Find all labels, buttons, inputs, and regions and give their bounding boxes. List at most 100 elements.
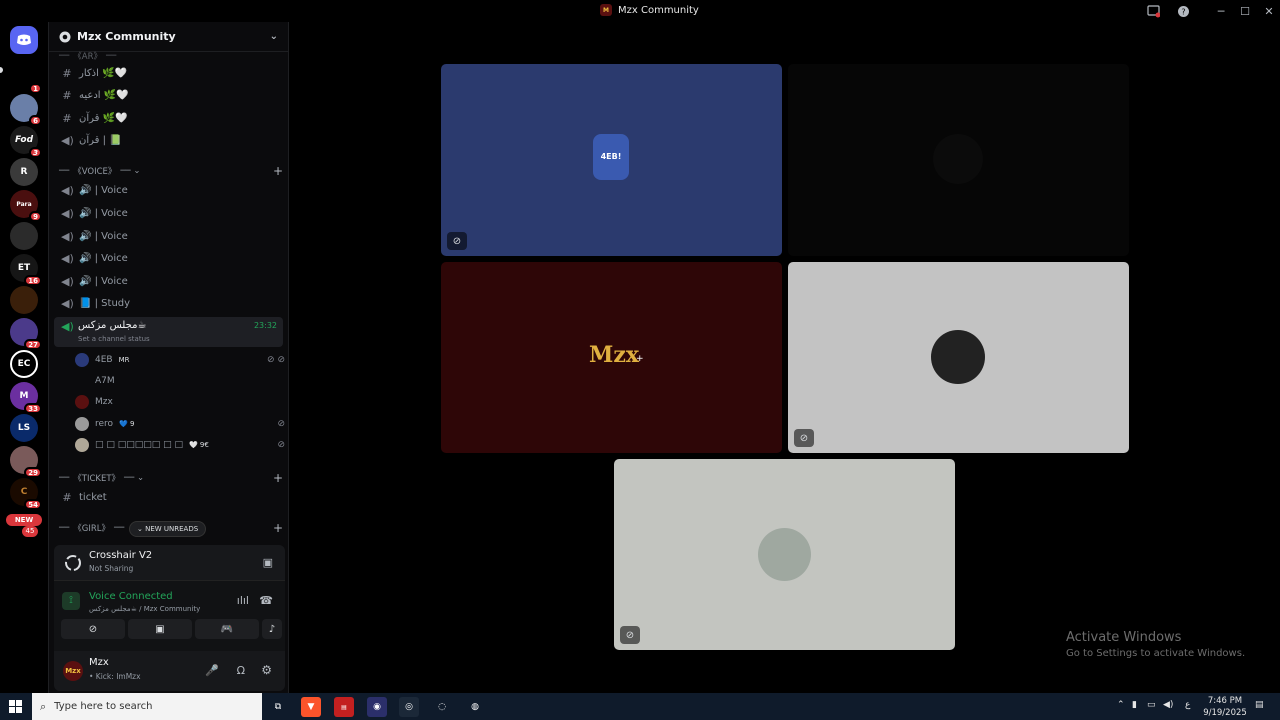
video-tile-empty[interactable] [788, 64, 1129, 256]
maximize-button[interactable]: ☐ [1237, 3, 1253, 19]
notifications-icon[interactable]: ▤ [1255, 700, 1264, 710]
channel-label: 🔊 | Voice [79, 275, 128, 287]
member-tag: 💙 9 [119, 420, 135, 428]
signal-icon[interactable]: ⟟ [62, 592, 80, 610]
voice-member[interactable]: Mzx [75, 392, 285, 412]
channel-item[interactable]: # ticket [55, 487, 283, 507]
server-icon-ec[interactable]: EC [10, 350, 38, 378]
tray-chevron-icon[interactable]: ⌃ [1117, 700, 1125, 710]
server-icon-9[interactable]: 27 [10, 318, 42, 350]
noise-suppression-icon[interactable]: ılıl [237, 594, 249, 607]
soundboard-button[interactable]: ♪ [262, 619, 282, 639]
crosshair-app-icon [65, 555, 81, 571]
avatar [75, 395, 89, 409]
channel-item[interactable]: # قرآن 🌿🤍 [55, 108, 283, 128]
discord-home-button[interactable] [10, 26, 38, 54]
video-tile-rero[interactable]: ⊘ [788, 262, 1129, 453]
volume-icon[interactable]: ◀) [1163, 700, 1173, 710]
voice-status[interactable]: Voice Connected [89, 591, 173, 602]
add-channel-icon[interactable]: + [273, 471, 283, 485]
member-tag: 🤍 9€ [188, 441, 209, 449]
server-icon-1[interactable]: 1 [10, 62, 42, 94]
activate-windows-watermark: Activate Windows Go to Settings to activ… [1066, 630, 1245, 659]
chevron-down-icon[interactable]: ⌄ [270, 31, 278, 42]
voice-channel[interactable]: ◀) 📘 | Study [55, 293, 283, 313]
camera-off-button[interactable]: ⊘ [61, 619, 125, 639]
voice-channel[interactable]: ◀) 🔊 | Voice [55, 248, 283, 268]
avatar: 4EB! [593, 134, 629, 180]
network-icon[interactable]: ▭ [1147, 700, 1156, 710]
taskbar-search[interactable]: ⌕ Type here to search [32, 693, 262, 720]
close-button[interactable]: ✕ [1261, 3, 1277, 19]
gear-icon[interactable]: ⚙ [261, 663, 272, 677]
channel-item[interactable]: # اذكار 🌿🤍 [55, 63, 283, 83]
inbox-icon[interactable] [1145, 3, 1161, 19]
microphone-icon[interactable]: 🎤 [205, 664, 219, 677]
new-unreads-button[interactable]: ⌄ NEW UNREADS [129, 521, 207, 537]
voice-location[interactable]: مجلس مزكس☕ / Mzx Community [89, 605, 200, 613]
voice-member[interactable]: rero 💙 9 ⊘ [75, 414, 285, 434]
ticket-category[interactable]: ── 《TICKET》 ── ⌄ + [55, 470, 283, 486]
add-channel-icon[interactable]: + [273, 164, 283, 178]
video-tile-4eb[interactable]: 4EB! ⊘ [441, 64, 782, 256]
voice-member[interactable]: A7M [75, 371, 285, 391]
channel-label: قرآن 🌿🤍 [79, 112, 128, 124]
user-avatar[interactable]: Mzx [63, 661, 83, 681]
speaker-active-icon: ◀) [61, 320, 74, 333]
voice-channel[interactable]: ◀) 🔊 | Voice [55, 271, 283, 291]
server-icon-c[interactable]: C 54 [10, 478, 42, 510]
server-icon-7[interactable]: ET 16 [10, 254, 42, 286]
video-tile-member[interactable]: ⊘ [614, 459, 955, 650]
server-icon-r[interactable]: R [10, 158, 38, 186]
screen-share-icon[interactable]: ▣ [263, 556, 273, 569]
steam-icon[interactable]: ◎ [399, 697, 419, 717]
hash-icon: # [62, 111, 72, 125]
channel-item[interactable]: ◀) قرآن | 📗 [55, 130, 283, 150]
voice-member[interactable]: 4EB MR ⊘ ⊘ [75, 350, 285, 370]
server-icon-13[interactable]: 29 [10, 446, 42, 478]
voice-channel[interactable]: ◀) 🔊 | Voice [55, 203, 283, 223]
member-name: rero [95, 419, 114, 429]
server-icon-m[interactable]: M 33 [10, 382, 42, 414]
server-icon-ls[interactable]: LS [10, 414, 38, 442]
discord-taskbar-icon[interactable]: ◉ [367, 697, 387, 717]
avatar [75, 438, 89, 452]
app-icon-2[interactable]: ◍ [465, 697, 485, 717]
video-tile-mzx[interactable]: Mzx + [441, 262, 782, 453]
server-icon-paragon[interactable]: Para 9 [10, 190, 42, 222]
brave-icon[interactable]: ▼ [301, 697, 321, 717]
tray-mic-icon[interactable]: ▮ [1132, 700, 1137, 710]
voice-channel[interactable]: ◀) 🔊 | Voice [55, 180, 283, 200]
crosshair-taskbar-icon[interactable]: ◌ [432, 697, 452, 717]
activities-button[interactable]: 🎮 [195, 619, 259, 639]
category-cut[interactable]: ── 《AR》 ── [55, 48, 283, 64]
minimize-button[interactable]: ─ [1213, 3, 1229, 19]
taskbar-clock[interactable]: 7:46 PM 9/19/2025 [1200, 695, 1250, 719]
server-icon-2[interactable]: 6 [10, 94, 42, 126]
headphones-icon[interactable]: Ω [237, 664, 245, 677]
channel-status-prompt[interactable]: Set a channel status [78, 335, 150, 343]
share-screen-button[interactable]: ▣ [128, 619, 192, 639]
app-icon-1[interactable]: ▤ [334, 697, 354, 717]
voice-member[interactable]: □ □ □□□□□ □ □ 🤍 9€ ⊘ [75, 435, 285, 455]
disconnect-icon[interactable]: ☎ [259, 594, 273, 607]
task-view-icon[interactable]: ⧉ [268, 697, 288, 717]
speaker-icon: ◀) [61, 206, 74, 220]
server-icon-6[interactable] [10, 222, 38, 250]
windows-start-icon[interactable] [9, 700, 22, 713]
voice-channel[interactable]: ◀) 🔊 | Voice [55, 226, 283, 246]
add-channel-icon[interactable]: + [273, 521, 283, 535]
channel-item[interactable]: # ادعيه 🌿🤍 [55, 85, 283, 105]
help-icon[interactable]: ? [1175, 3, 1191, 19]
server-icon-8[interactable] [10, 286, 38, 314]
server-icon-fod[interactable]: Fod 3 [10, 126, 42, 158]
language-indicator[interactable]: ع [1185, 700, 1190, 710]
stream-title: Crosshair V2 [89, 550, 153, 561]
category-label: 《TICKET》 [73, 474, 121, 484]
user-name[interactable]: Mzx [89, 657, 109, 668]
mention-badge: 54 [24, 499, 42, 510]
active-voice-channel[interactable]: ◀) مجلس مزكس☕ 23:32 Set a channel status [54, 317, 283, 347]
voice-category[interactable]: ── 《VOICE》 ── ⌄ + [55, 163, 283, 179]
new-servers-badge[interactable]: NEW [6, 514, 42, 526]
camera-off-icon: ⊘ [447, 232, 467, 250]
